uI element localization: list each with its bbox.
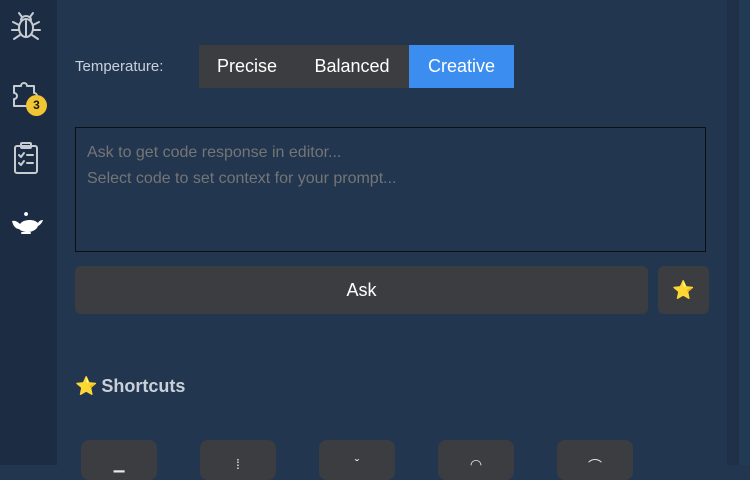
- shortcut-tile[interactable]: ⌒: [557, 440, 633, 480]
- shortcut-icon: ˇ: [354, 456, 360, 472]
- activity-bar: 3: [0, 0, 57, 465]
- extensions-badge: 3: [26, 95, 47, 116]
- shortcuts-title-text: Shortcuts: [101, 376, 186, 396]
- prompt-input[interactable]: [75, 127, 706, 252]
- clipboard-checklist-icon[interactable]: [8, 140, 44, 176]
- bug-icon[interactable]: [8, 8, 44, 44]
- star-icon: ⭐: [75, 376, 98, 396]
- shortcut-icon: ⁞: [236, 456, 240, 472]
- editor-edge: [739, 0, 750, 465]
- shortcut-tile[interactable]: ⁞: [200, 440, 276, 480]
- temperature-option-balanced[interactable]: Balanced: [295, 45, 409, 88]
- favorite-star-button[interactable]: ⭐: [658, 266, 709, 314]
- shortcut-tile[interactable]: ▁: [81, 440, 157, 480]
- shortcut-icon: ⌒: [588, 458, 602, 474]
- shortcut-tile[interactable]: ˇ: [319, 440, 395, 480]
- scrollbar-track[interactable]: [727, 0, 739, 465]
- shortcuts-heading: ⭐ Shortcuts: [75, 376, 185, 397]
- temperature-option-creative[interactable]: Creative: [409, 45, 514, 88]
- ask-button[interactable]: Ask: [75, 266, 648, 314]
- temperature-option-precise[interactable]: Precise: [199, 45, 295, 88]
- genie-lamp-icon[interactable]: [8, 205, 44, 241]
- temperature-label: Temperature:: [75, 58, 164, 75]
- shortcut-tile[interactable]: ◠: [438, 440, 514, 480]
